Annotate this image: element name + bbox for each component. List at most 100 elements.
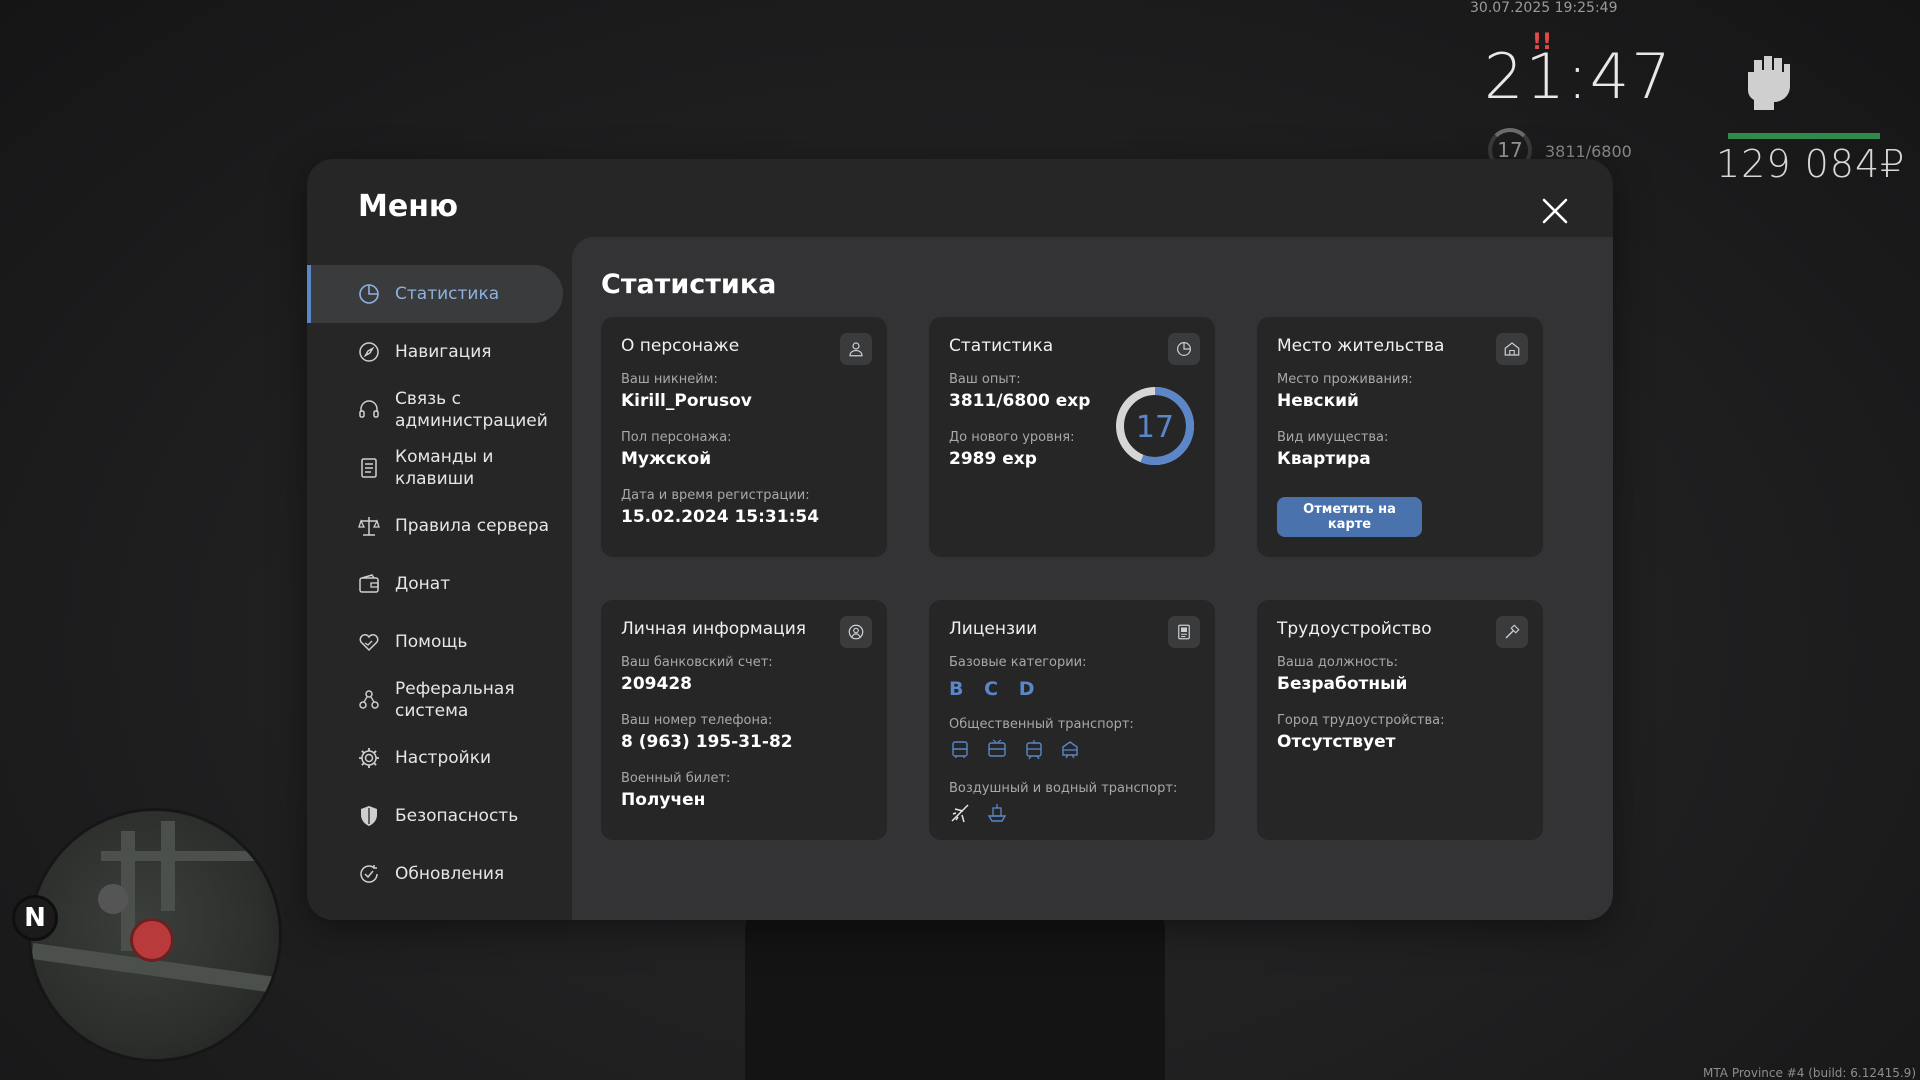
card-licenses: Лицензии Базовые категории: B C D Общест…	[929, 600, 1215, 840]
metro-icon	[1062, 741, 1078, 759]
card-icon-button	[1496, 333, 1528, 365]
sidebar-item-donate[interactable]: Донат	[307, 555, 563, 613]
sidebar-item-rules[interactable]: Правила сервера	[307, 497, 563, 555]
bank-account-value: 209428	[621, 674, 692, 694]
card-icon-button	[1168, 616, 1200, 648]
user-circle-icon	[848, 624, 864, 640]
scales-icon	[358, 517, 380, 536]
content-panel: Статистика О персонаже Ваш никнейм: Kiri…	[572, 237, 1613, 920]
hud-clock: 21:47	[1484, 40, 1673, 113]
sidebar-item-label: Помощь	[395, 632, 468, 652]
sidebar-item-label: Безопасность	[395, 806, 519, 826]
sidebar-item-label: Реферальная система	[395, 679, 515, 721]
job-city-value: Отсутствует	[1277, 732, 1396, 752]
sidebar-item-label: Донат	[395, 574, 451, 594]
nickname-value: Kirill_Porusov	[621, 391, 752, 411]
card-icon-button	[1496, 616, 1528, 648]
field-label: Место проживания:	[1277, 372, 1413, 387]
field-label: Ваша должность:	[1277, 655, 1399, 670]
fist-icon	[1748, 56, 1790, 110]
license-category: D	[1018, 678, 1037, 700]
modal-title: Меню	[358, 189, 459, 224]
field-label: До нового уровня:	[949, 430, 1075, 445]
hammer-icon	[1505, 624, 1520, 639]
card-title: Лицензии	[949, 619, 1038, 639]
people-icon	[359, 690, 379, 709]
field-label: Пол персонажа:	[621, 430, 732, 445]
next-level-value: 2989 exp	[949, 449, 1037, 469]
build-info: MTA Province #4 (build: 6.12415.9)	[1703, 1066, 1916, 1080]
field-label: Воздушный и водный транспорт:	[949, 781, 1178, 796]
close-icon[interactable]	[1539, 195, 1571, 227]
sidebar-item-label: Связь с администрацией	[395, 389, 548, 431]
license-icon	[1178, 624, 1190, 640]
tram-icon	[1026, 740, 1042, 760]
background-character	[745, 900, 1165, 1080]
job-position-value: Безработный	[1277, 674, 1408, 694]
map-shop-icon	[98, 884, 128, 914]
field-label: Ваш банковский счет:	[621, 655, 773, 670]
pie-chart-icon	[359, 284, 379, 304]
card-residence: Место жительства Место проживания: Невск…	[1257, 317, 1543, 557]
map-player-marker-icon	[130, 918, 174, 962]
gear-icon	[359, 748, 379, 768]
plane-icon	[951, 804, 969, 823]
trolleybus-icon	[988, 739, 1006, 757]
sidebar-item-label: Обновления	[395, 864, 505, 884]
shield-icon	[361, 806, 377, 826]
sidebar-item-label: Правила сервера	[395, 516, 550, 536]
sidebar-item-commands[interactable]: Команды и клавиши	[307, 439, 563, 497]
sidebar-item-contact-admin[interactable]: Связь с администрацией	[307, 381, 563, 439]
card-icon-button	[1168, 333, 1200, 365]
mark-on-map-button[interactable]: Отметить на карте	[1277, 497, 1422, 537]
field-label: Ваш номер телефона:	[621, 713, 773, 728]
sidebar-item-referral[interactable]: Реферальная система	[307, 671, 563, 729]
field-label: Город трудоустройства:	[1277, 713, 1445, 728]
card-title: Статистика	[949, 336, 1054, 356]
page-title: Статистика	[601, 269, 777, 300]
sidebar-item-settings[interactable]: Настройки	[307, 729, 563, 787]
level-number: 17	[1136, 410, 1174, 445]
card-title: Место жительства	[1277, 336, 1445, 356]
sidebar-item-updates[interactable]: Обновления	[307, 845, 563, 903]
sidebar-item-label: Команды и клавиши	[395, 447, 494, 489]
heart-hand-icon	[359, 634, 379, 652]
card-personal-info: Личная информация Ваш банковский счет: 2…	[601, 600, 887, 840]
hud-money: 129 084₽	[1716, 142, 1906, 186]
sidebar: Статистика Навигация Связь с администрац…	[307, 265, 563, 903]
property-type-value: Квартира	[1277, 449, 1371, 469]
house-icon	[1504, 342, 1520, 356]
map-north-icon: N	[12, 895, 58, 941]
refresh-check-icon	[360, 865, 378, 883]
field-label: Дата и время регистрации:	[621, 488, 810, 503]
card-title: Трудоустройство	[1277, 619, 1432, 639]
sidebar-item-label: Настройки	[395, 748, 492, 768]
card-statistics: Статистика Ваш опыт: 3811/6800 exp До но…	[929, 317, 1215, 557]
sidebar-item-security[interactable]: Безопасность	[307, 787, 563, 845]
pie-chart-icon	[1177, 342, 1191, 356]
boat-icon	[987, 804, 1007, 822]
document-icon	[361, 458, 377, 478]
bus-icon	[952, 741, 968, 758]
sidebar-item-label: Навигация	[395, 342, 492, 362]
menu-modal: Меню Статистика Навигация Связь с админи…	[307, 159, 1613, 920]
field-label: Общественный транспорт:	[949, 717, 1134, 732]
sidebar-item-help[interactable]: Помощь	[307, 613, 563, 671]
military-id-value: Получен	[621, 790, 706, 810]
card-employment: Трудоустройство Ваша должность: Безработ…	[1257, 600, 1543, 840]
license-category: B	[949, 678, 966, 700]
field-label: Вид имущества:	[1277, 430, 1389, 445]
phone-value: 8 (963) 195-31-82	[621, 732, 793, 752]
registration-value: 15.02.2024 15:31:54	[621, 507, 820, 527]
card-icon-button	[840, 333, 872, 365]
exp-value: 3811/6800 exp	[949, 391, 1091, 411]
sidebar-item-statistics[interactable]: Статистика	[307, 265, 563, 323]
license-categories: B C D	[949, 678, 1046, 700]
sidebar-item-navigation[interactable]: Навигация	[307, 323, 563, 381]
level-progress-ring: 17	[1116, 387, 1194, 465]
field-label: Военный билет:	[621, 771, 731, 786]
compass-icon	[359, 342, 379, 362]
card-character: О персонаже Ваш никнейм: Kirill_Porusov …	[601, 317, 887, 557]
wallet-icon	[359, 574, 379, 593]
hud-health-bar	[1728, 133, 1880, 139]
